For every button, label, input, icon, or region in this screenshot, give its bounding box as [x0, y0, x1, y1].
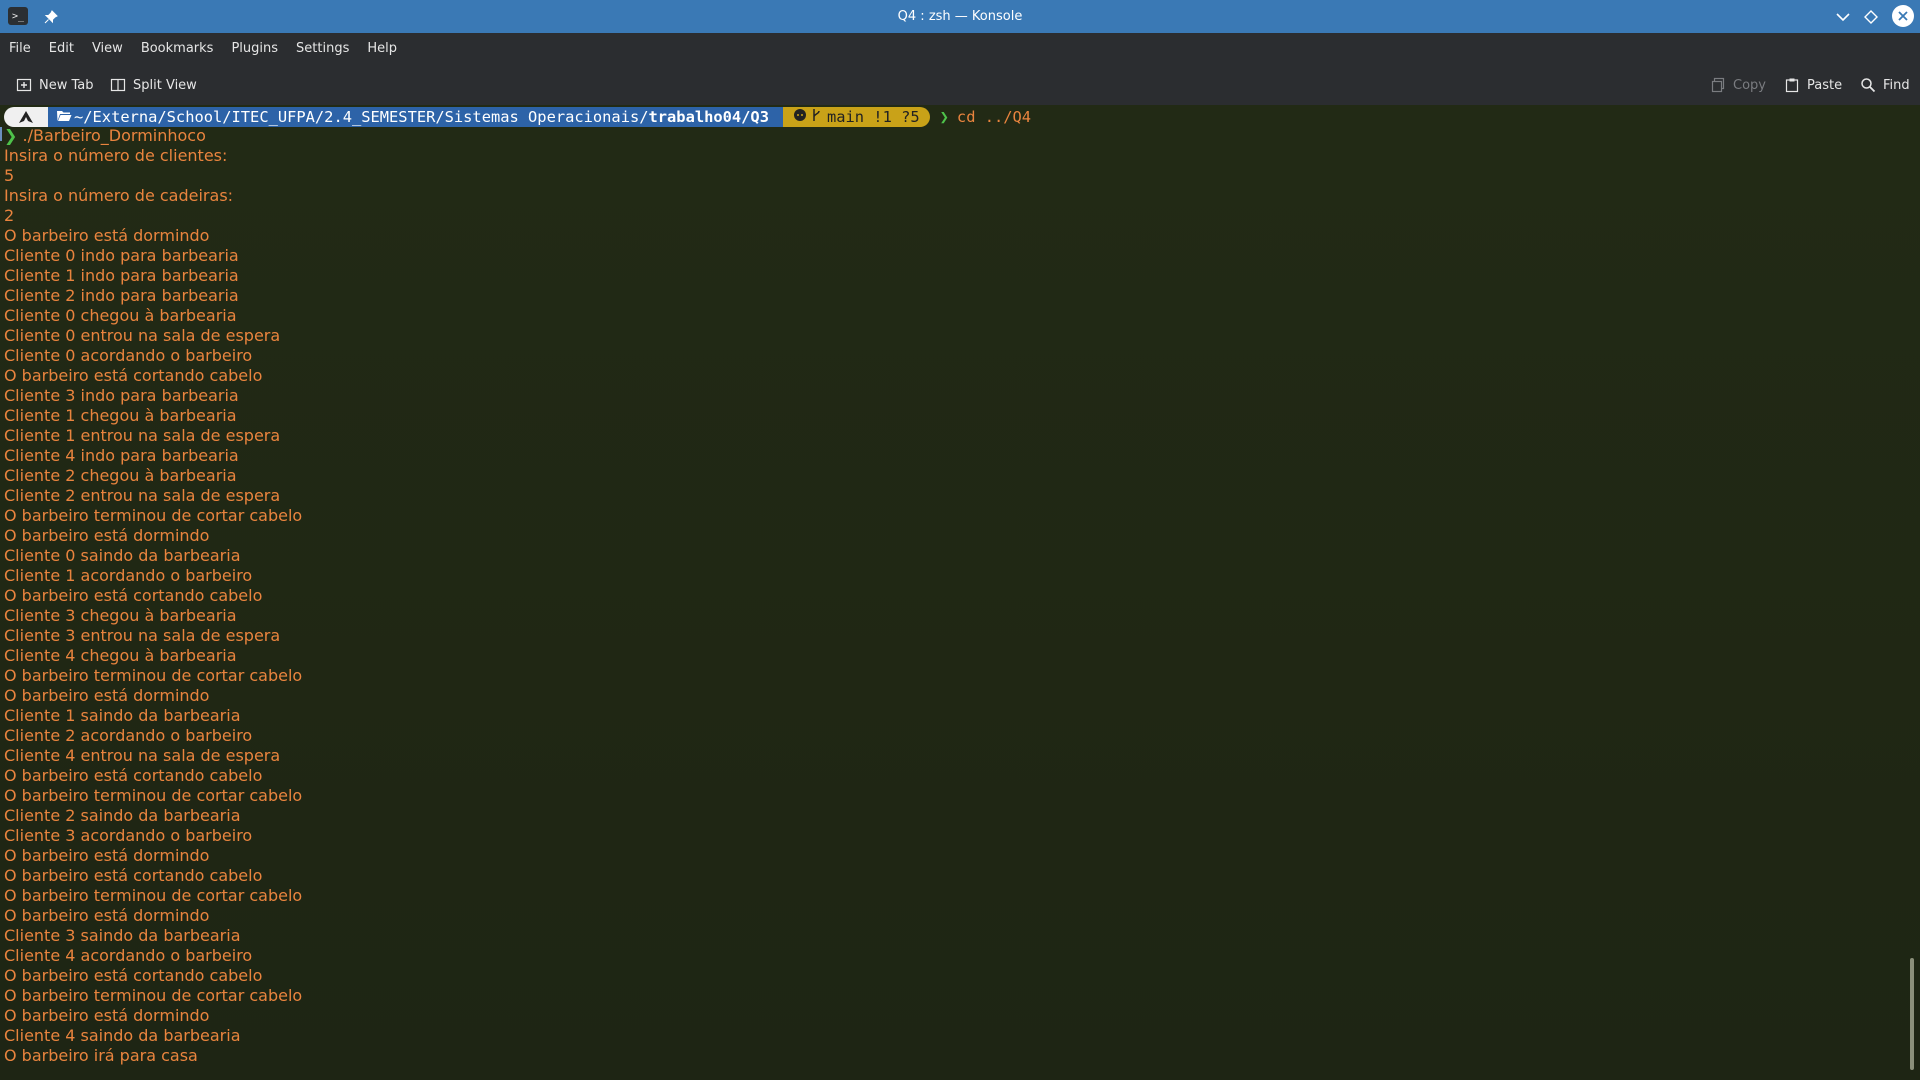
terminal-line: Cliente 2 chegou à barbearia — [4, 466, 237, 485]
terminal-line: Cliente 0 chegou à barbearia — [4, 306, 237, 325]
terminal-line: O barbeiro está cortando cabelo — [4, 866, 263, 885]
terminal-output: ❯ ./Barbeiro_Dorminhoco Insira o número d… — [4, 126, 302, 1066]
terminal-line: O barbeiro terminou de cortar cabelo — [4, 986, 303, 1005]
search-icon — [1860, 77, 1876, 93]
close-icon[interactable] — [1892, 5, 1914, 27]
terminal-line: O barbeiro está cortando cabelo — [4, 586, 263, 605]
minimize-icon[interactable] — [1832, 6, 1854, 28]
find-label: Find — [1883, 77, 1910, 93]
terminal-line: Cliente 1 entrou na sala de espera — [4, 426, 281, 445]
terminal-line: O barbeiro irá para casa — [4, 1046, 198, 1065]
menu-edit[interactable]: Edit — [40, 33, 83, 65]
terminal-line: Cliente 4 acordando o barbeiro — [4, 946, 253, 965]
terminal-line: 2 — [4, 206, 15, 225]
terminal-line: Cliente 4 chegou à barbearia — [4, 646, 237, 665]
menu-plugins[interactable]: Plugins — [222, 33, 287, 65]
github-icon — [793, 108, 807, 126]
prompt-path: ~/Externa/School/ITEC_UFPA/2.4_SEMESTER/… — [48, 107, 783, 127]
git-branch-icon — [811, 108, 821, 126]
terminal-line: Cliente 2 acordando o barbeiro — [4, 726, 253, 745]
terminal-line: Cliente 0 entrou na sala de espera — [4, 326, 281, 345]
terminal-line: 5 — [4, 166, 15, 185]
menu-view[interactable]: View — [83, 33, 132, 65]
split-view-icon — [110, 77, 126, 93]
terminal-line: O barbeiro está cortando cabelo — [4, 766, 263, 785]
prompt-chevron-icon: ❯ — [939, 108, 949, 126]
line-marker — [0, 127, 2, 141]
terminal-line: Insira o número de clientes: — [4, 146, 228, 165]
git-status-text: main !1 ?5 — [826, 108, 920, 126]
terminal-line: Cliente 4 indo para barbearia — [4, 446, 239, 465]
terminal-line: ❯ ./Barbeiro_Dorminhoco — [4, 126, 206, 145]
terminal-line: Cliente 1 acordando o barbeiro — [4, 566, 253, 585]
prompt-command: cd ../Q4 — [956, 108, 1032, 126]
terminal-line: Cliente 1 chegou à barbearia — [4, 406, 237, 425]
terminal-line: Cliente 0 saindo da barbearia — [4, 546, 241, 565]
os-logo-icon — [4, 107, 48, 127]
paste-label: Paste — [1807, 77, 1843, 93]
terminal-line: Cliente 2 saindo da barbearia — [4, 806, 241, 825]
prompt-path-current: trabalho04/Q3 — [648, 108, 769, 126]
terminal-line: O barbeiro está dormindo — [4, 846, 210, 865]
menu-bookmarks[interactable]: Bookmarks — [132, 33, 223, 65]
terminal-line: Cliente 0 acordando o barbeiro — [4, 346, 253, 365]
copy-icon — [1710, 77, 1726, 93]
terminal-line: O barbeiro está dormindo — [4, 226, 210, 245]
terminal-line: Cliente 3 acordando o barbeiro — [4, 826, 253, 845]
terminal-line: Cliente 3 chegou à barbearia — [4, 606, 237, 625]
terminal-line: Cliente 2 entrou na sala de espera — [4, 486, 281, 505]
terminal-line: O barbeiro está dormindo — [4, 1006, 210, 1025]
terminal-line: O barbeiro está cortando cabelo — [4, 966, 263, 985]
prompt-path-prefix: ~/Externa/School/ITEC_UFPA/2.4_SEMESTER/… — [74, 108, 649, 126]
folder-open-icon — [56, 108, 72, 126]
terminal-line: Cliente 0 indo para barbearia — [4, 246, 239, 265]
terminal-line: Cliente 1 indo para barbearia — [4, 266, 239, 285]
new-tab-label: New Tab — [39, 77, 94, 93]
terminal-line: O barbeiro está cortando cabelo — [4, 366, 263, 385]
window-title: Q4 : zsh — Konsole — [897, 9, 1023, 24]
terminal-line: Cliente 4 saindo da barbearia — [4, 1026, 241, 1045]
terminal-line: O barbeiro está dormindo — [4, 526, 210, 545]
new-tab-button[interactable]: New Tab — [16, 65, 94, 105]
terminal-line: O barbeiro terminou de cortar cabelo — [4, 666, 303, 685]
shell-prompt: ~/Externa/School/ITEC_UFPA/2.4_SEMESTER/… — [4, 107, 1031, 127]
terminal-line: O barbeiro terminou de cortar cabelo — [4, 786, 303, 805]
terminal-line: O barbeiro está dormindo — [4, 686, 210, 705]
menu-file[interactable]: File — [0, 33, 40, 65]
prompt-git-status: main !1 ?5 — [782, 107, 930, 127]
split-view-label: Split View — [133, 77, 197, 93]
toolbar: New Tab Split View Copy Paste Find — [0, 65, 1920, 105]
terminal-line: Insira o número de cadeiras: — [4, 186, 234, 205]
new-tab-icon — [16, 77, 32, 93]
paste-icon — [1784, 77, 1800, 93]
scrollbar[interactable] — [1910, 958, 1914, 1070]
terminal-line: Cliente 3 saindo da barbearia — [4, 926, 241, 945]
menu-bar: File Edit View Bookmarks Plugins Setting… — [0, 33, 1920, 65]
terminal-line: Cliente 3 indo para barbearia — [4, 386, 239, 405]
copy-button[interactable]: Copy — [1710, 65, 1766, 105]
title-bar: >_ Q4 : zsh — Konsole — [0, 0, 1920, 33]
paste-button[interactable]: Paste — [1784, 65, 1842, 105]
prompt-chevron-icon: ❯ — [4, 126, 18, 145]
terminal-line: O barbeiro está dormindo — [4, 906, 210, 925]
terminal-line: Cliente 3 entrou na sala de espera — [4, 626, 281, 645]
menu-help[interactable]: Help — [358, 33, 406, 65]
copy-label: Copy — [1733, 77, 1766, 93]
terminal-line: Cliente 2 indo para barbearia — [4, 286, 239, 305]
maximize-icon[interactable] — [1860, 6, 1882, 28]
split-view-button[interactable]: Split View — [110, 65, 197, 105]
terminal-line: Cliente 4 entrou na sala de espera — [4, 746, 281, 765]
terminal-line: O barbeiro terminou de cortar cabelo — [4, 506, 303, 525]
terminal-line: O barbeiro terminou de cortar cabelo — [4, 886, 303, 905]
find-button[interactable]: Find — [1860, 65, 1910, 105]
terminal-line: Cliente 1 saindo da barbearia — [4, 706, 241, 725]
menu-settings[interactable]: Settings — [287, 33, 358, 65]
